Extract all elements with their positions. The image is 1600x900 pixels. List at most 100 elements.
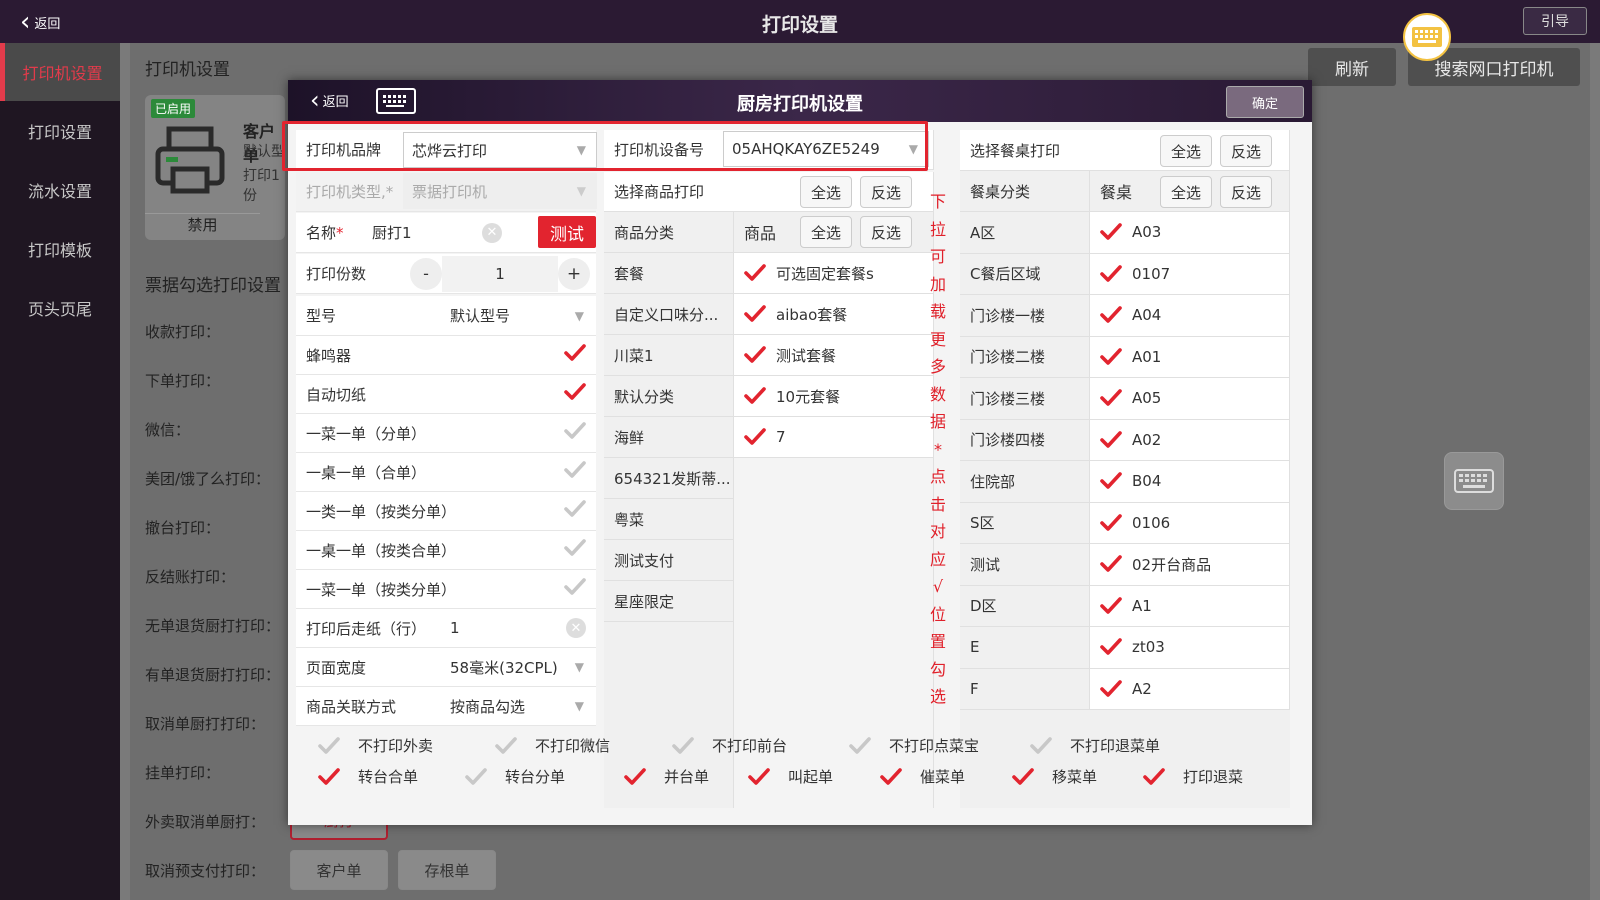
sidebar-item-header-footer[interactable]: 页头页尾 xyxy=(0,279,120,337)
table-item[interactable]: A1 xyxy=(1090,585,1290,627)
tables-invert-button[interactable]: 反选 xyxy=(1220,176,1272,208)
print-option[interactable]: 打印退菜 xyxy=(1143,766,1243,787)
checkmark-icon[interactable] xyxy=(564,382,586,402)
customer-bill-button[interactable]: 客户单 xyxy=(290,850,388,890)
print-option[interactable]: 不打印微信 xyxy=(495,735,610,756)
table-area-item[interactable]: 住院部 xyxy=(960,461,1090,503)
table-area-item[interactable]: S区 xyxy=(960,502,1090,544)
copies-input[interactable]: 1 xyxy=(442,255,558,292)
setting-row[interactable]: 页面宽度 58毫米(32CPL) ▼ xyxy=(296,648,596,687)
goods-category-item[interactable]: 套餐 xyxy=(604,253,734,294)
goods-category-item[interactable]: 654321发斯蒂... xyxy=(604,458,734,499)
table-item[interactable]: 0106 xyxy=(1090,502,1290,544)
goods-category-item[interactable]: 星座限定 xyxy=(604,581,734,622)
table-area-item[interactable]: A区 xyxy=(960,212,1090,254)
checkmark-icon[interactable] xyxy=(564,421,586,441)
table-area-item[interactable]: 门诊楼四楼 xyxy=(960,419,1090,461)
checkmark-icon[interactable] xyxy=(318,736,340,756)
goods-category-item[interactable]: 测试支付 xyxy=(604,540,734,581)
checkmark-icon[interactable] xyxy=(624,767,646,787)
checkmark-icon[interactable] xyxy=(1100,222,1122,242)
goods-select-all-button[interactable]: 全选 xyxy=(800,176,852,208)
table-item[interactable]: A03 xyxy=(1090,212,1290,254)
tables-select-all-button[interactable]: 全选 xyxy=(1160,176,1212,208)
name-input[interactable]: 厨打1 xyxy=(372,222,482,243)
print-option[interactable]: 不打印退菜单 xyxy=(1030,735,1160,756)
print-option[interactable]: 转台分单 xyxy=(465,766,565,787)
print-option[interactable]: 不打印前台 xyxy=(672,735,787,756)
sidebar-item-print-template[interactable]: 打印模板 xyxy=(0,220,120,278)
table-item[interactable]: 0107 xyxy=(1090,253,1290,295)
table-area-item[interactable]: 门诊楼三楼 xyxy=(960,378,1090,420)
goods-invert-button[interactable]: 反选 xyxy=(860,176,912,208)
table-invert-button[interactable]: 反选 xyxy=(1220,135,1272,167)
goods-items-select-all-button[interactable]: 全选 xyxy=(800,216,852,248)
table-item[interactable]: A04 xyxy=(1090,295,1290,337)
table-area-item[interactable]: F xyxy=(960,668,1090,710)
refresh-button[interactable]: 刷新 xyxy=(1308,48,1396,86)
setting-row[interactable]: 商品关联方式 按商品勾选 ▼ xyxy=(296,687,596,726)
goods-items-invert-button[interactable]: 反选 xyxy=(860,216,912,248)
checkmark-icon[interactable] xyxy=(1100,347,1122,367)
setting-row[interactable]: 自动切纸 xyxy=(296,375,596,414)
checkmark-icon[interactable] xyxy=(880,767,902,787)
setting-row[interactable]: 一菜一单（分单） xyxy=(296,414,596,453)
checkmark-icon[interactable] xyxy=(744,427,766,447)
goods-item[interactable]: 10元套餐 xyxy=(734,376,934,417)
table-item[interactable]: A2 xyxy=(1090,668,1290,710)
table-area-item[interactable]: E xyxy=(960,627,1090,669)
goods-item[interactable]: 测试套餐 xyxy=(734,335,934,376)
print-option[interactable]: 并台单 xyxy=(624,766,709,787)
sidebar-item-print-settings[interactable]: 打印设置 xyxy=(0,102,120,160)
clear-icon[interactable]: ✕ xyxy=(566,618,586,638)
table-item[interactable]: A05 xyxy=(1090,378,1290,420)
print-option[interactable]: 移菜单 xyxy=(1012,766,1097,787)
table-item[interactable]: A02 xyxy=(1090,419,1290,461)
checkmark-icon[interactable] xyxy=(744,263,766,283)
checkmark-icon[interactable] xyxy=(1100,679,1122,699)
goods-category-item[interactable]: 默认分类 xyxy=(604,376,734,417)
decrement-button[interactable]: - xyxy=(410,257,442,290)
table-item[interactable]: 02开台商品 xyxy=(1090,544,1290,586)
setting-row[interactable]: 一菜一单（按类分单） xyxy=(296,570,596,609)
increment-button[interactable]: + xyxy=(558,257,590,290)
checkmark-icon[interactable] xyxy=(1100,430,1122,450)
goods-category-item[interactable]: 海鲜 xyxy=(604,417,734,458)
checkmark-icon[interactable] xyxy=(1100,305,1122,325)
checkmark-icon[interactable] xyxy=(1100,388,1122,408)
checkmark-icon[interactable] xyxy=(1100,471,1122,491)
guide-button[interactable]: 引导 xyxy=(1523,7,1587,35)
checkmark-icon[interactable] xyxy=(564,577,586,597)
setting-row[interactable]: 一类一单（按类分单） xyxy=(296,492,596,531)
checkmark-icon[interactable] xyxy=(564,460,586,480)
checkmark-icon[interactable] xyxy=(465,767,487,787)
checkmark-icon[interactable] xyxy=(744,386,766,406)
checkmark-icon[interactable] xyxy=(744,345,766,365)
keyboard-icon[interactable] xyxy=(1403,13,1451,61)
checkmark-icon[interactable] xyxy=(1100,264,1122,284)
table-area-item[interactable]: 测试 xyxy=(960,544,1090,586)
goods-item[interactable]: 可选固定套餐s xyxy=(734,253,934,294)
table-item[interactable]: zt03 xyxy=(1090,627,1290,669)
stub-bill-button[interactable]: 存根单 xyxy=(398,850,496,890)
checkmark-icon[interactable] xyxy=(318,767,340,787)
confirm-button[interactable]: 确定 xyxy=(1226,86,1304,118)
table-select-all-button[interactable]: 全选 xyxy=(1160,135,1212,167)
checkmark-icon[interactable] xyxy=(495,736,517,756)
setting-row[interactable]: 一桌一单（合单） xyxy=(296,453,596,492)
test-button[interactable]: 测试 xyxy=(538,216,596,248)
sidebar-item-flow-settings[interactable]: 流水设置 xyxy=(0,161,120,219)
setting-row[interactable]: 型号 默认型号 ▼ xyxy=(296,296,596,336)
checkmark-icon[interactable] xyxy=(564,499,586,519)
clear-icon[interactable]: ✕ xyxy=(482,222,502,243)
print-option[interactable]: 不打印点菜宝 xyxy=(849,735,979,756)
table-item[interactable]: B04 xyxy=(1090,461,1290,503)
checkmark-icon[interactable] xyxy=(1100,513,1122,533)
goods-category-item[interactable]: 自定义口味分... xyxy=(604,294,734,335)
sidebar-item-printer-settings[interactable]: 打印机设置 xyxy=(0,43,120,101)
keyboard-icon[interactable] xyxy=(1444,452,1504,510)
goods-item[interactable]: 7 xyxy=(734,417,934,458)
setting-row[interactable]: 打印后走纸（行） 1 ✕ xyxy=(296,609,596,648)
table-area-item[interactable]: 门诊楼一楼 xyxy=(960,295,1090,337)
checkmark-icon[interactable] xyxy=(1100,637,1122,657)
